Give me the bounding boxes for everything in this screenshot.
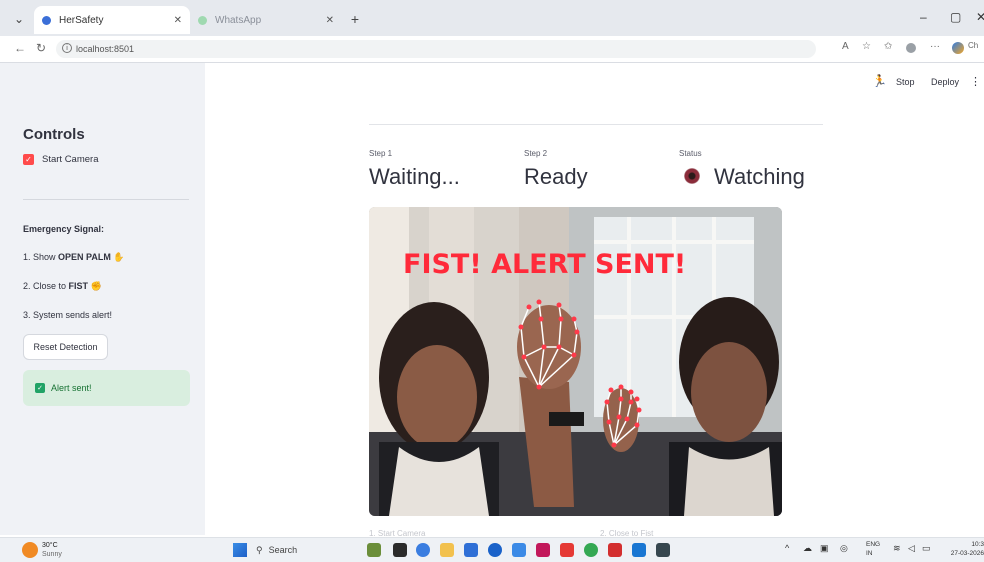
copilot-label[interactable]: Ch — [968, 41, 978, 50]
onedrive-icon[interactable]: ☁ — [803, 543, 812, 554]
step-item-2: 2. Close to FIST ✊ — [23, 281, 102, 291]
site-info-icon[interactable]: i — [62, 43, 72, 53]
check-icon: ✓ — [35, 383, 45, 393]
tab-actions-chevron-icon[interactable]: ⌄ — [8, 8, 30, 30]
metric-value-step1: Waiting... — [369, 164, 460, 189]
windows-taskbar: 30°C Sunny ⚲ Search ^ ☁ ▣ ◎ ENG IN ≋ ◁ ▭… — [0, 537, 984, 562]
youtube-icon[interactable] — [560, 543, 574, 557]
url-text: localhost:8501 — [76, 44, 135, 54]
app-icon-blue-circle[interactable] — [488, 543, 502, 557]
new-tab-button[interactable]: + — [344, 8, 366, 30]
tab-whatsapp[interactable]: WhatsApp ✕ — [190, 6, 342, 34]
close-window-icon[interactable]: ✕ — [976, 10, 984, 24]
address-bar-row: ← ↻ i localhost:8501 A ☆ ✩ ··· Ch — [0, 36, 984, 63]
browser-tab-bar: ⌄ HerSafety ✕ WhatsApp ✕ + – ▢ ✕ — [0, 0, 984, 36]
metric-value-step2: Ready — [524, 164, 588, 189]
edge-browser-icon[interactable] — [512, 543, 526, 557]
step-item-3: 3. System sends alert! — [23, 310, 113, 320]
stop-button[interactable]: Stop — [896, 77, 915, 87]
tray-network-icon[interactable]: ◎ — [840, 543, 848, 554]
favorite-star-icon[interactable]: ☆ — [862, 41, 871, 52]
clock[interactable]: 10:3 27-03-2026 — [944, 540, 984, 558]
close-tab-icon[interactable]: ✕ — [174, 15, 182, 26]
weather-widget[interactable]: 30°C Sunny — [42, 541, 62, 559]
copilot-icon[interactable] — [952, 42, 964, 54]
tab-title: WhatsApp — [215, 14, 262, 26]
eye-icon — [684, 168, 700, 185]
volume-icon[interactable]: ◁ — [908, 543, 915, 554]
checkbox-checked-icon[interactable]: ✓ — [23, 154, 34, 165]
start-camera-label: Start Camera — [42, 154, 99, 165]
tray-app-icon[interactable]: ▣ — [820, 543, 829, 554]
widgets-app-icon[interactable] — [367, 543, 381, 557]
step-item-1: 1. Show OPEN PALM ✋ — [23, 252, 125, 262]
reset-detection-button[interactable]: Reset Detection — [23, 334, 108, 360]
deploy-button[interactable]: Deploy — [931, 77, 959, 87]
file-explorer-icon[interactable] — [440, 543, 454, 557]
open-palm-emoji: ✋ — [113, 252, 125, 262]
video-overlay-text: FIST! ALERT SENT! — [403, 249, 687, 280]
more-dots-icon[interactable]: ··· — [930, 41, 940, 52]
main-menu-icon[interactable]: ⋮ — [970, 75, 981, 88]
read-aloud-icon[interactable]: A — [842, 41, 849, 52]
terminal-icon[interactable] — [656, 543, 670, 557]
metric-label-step2: Step 2 — [524, 149, 548, 158]
success-alert: ✓ Alert sent! — [23, 370, 190, 406]
tab-hersafety[interactable]: HerSafety ✕ — [34, 6, 190, 34]
language-indicator[interactable]: ENG IN — [866, 540, 880, 558]
battery-icon[interactable]: ▭ — [922, 543, 931, 554]
tray-chevron-icon[interactable]: ^ — [785, 543, 789, 553]
back-icon[interactable]: ← — [14, 41, 26, 55]
metric-label-status: Status — [679, 149, 702, 158]
fist-emoji: ✊ — [90, 281, 102, 291]
hersafety-favicon-icon — [42, 15, 51, 25]
copilot-taskbar-icon[interactable] — [416, 543, 430, 557]
vscode-icon[interactable] — [632, 543, 646, 557]
taskbar-search[interactable]: ⚲ Search — [256, 541, 326, 559]
running-man-icon: 🏃 — [872, 74, 887, 88]
sidebar-title: Controls — [23, 126, 85, 143]
main-divider — [369, 124, 823, 125]
windows-start-icon[interactable] — [233, 543, 247, 557]
wifi-icon[interactable]: ≋ — [893, 543, 901, 554]
start-camera-checkbox[interactable]: ✓ Start Camera — [23, 154, 99, 165]
profile-avatar-icon[interactable] — [906, 43, 916, 53]
favorites-icon[interactable]: ✩ — [884, 41, 892, 52]
store-icon[interactable] — [464, 543, 478, 557]
url-field[interactable]: i localhost:8501 — [56, 40, 816, 58]
app-icon-red[interactable] — [608, 543, 622, 557]
reload-icon[interactable]: ↻ — [36, 41, 46, 55]
metric-value-status: Watching — [684, 164, 805, 190]
alert-message: Alert sent! — [51, 383, 92, 393]
minimize-icon[interactable]: – — [920, 10, 927, 24]
app-icon-magenta[interactable] — [536, 543, 550, 557]
maximize-icon[interactable]: ▢ — [950, 10, 961, 24]
metric-label-step1: Step 1 — [369, 149, 393, 158]
sidebar-divider — [23, 199, 189, 200]
chrome-icon[interactable] — [584, 543, 598, 557]
emergency-heading: Emergency Signal: — [23, 224, 105, 234]
tab-title: HerSafety — [59, 14, 104, 26]
whatsapp-favicon-icon — [198, 15, 207, 25]
task-view-icon[interactable] — [393, 543, 407, 557]
close-tab-icon[interactable]: ✕ — [326, 15, 334, 26]
weather-sun-icon[interactable] — [22, 542, 38, 558]
search-icon: ⚲ — [256, 544, 263, 555]
